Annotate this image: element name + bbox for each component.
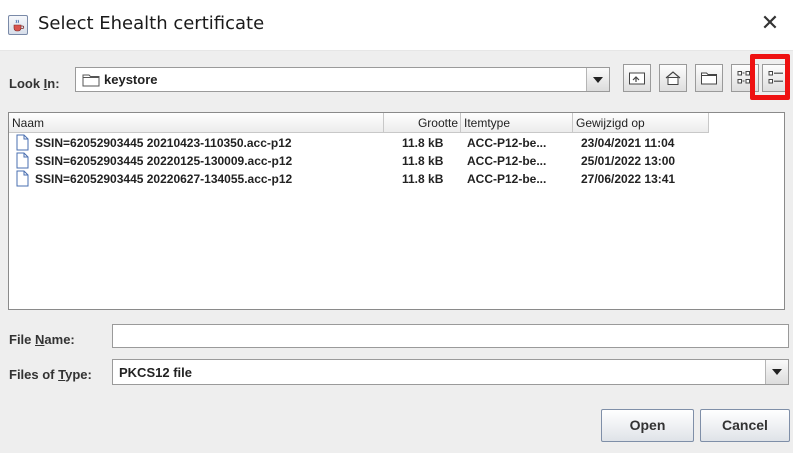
home-icon — [665, 71, 681, 85]
file-icon — [16, 152, 29, 172]
file-type-cell: ACC-P12-be... — [467, 136, 547, 150]
file-size-cell: 11.8 kB — [402, 172, 444, 186]
file-type-label: Files of Type: — [9, 367, 92, 382]
file-type-cell: ACC-P12-be... — [467, 154, 547, 168]
open-button[interactable]: Open — [601, 409, 694, 442]
file-row[interactable]: SSIN=62052903445 20220627-134055.acc-p12… — [9, 170, 769, 188]
title-bar: Select Ehealth certificate ✕ — [0, 0, 793, 51]
file-list[interactable]: Naam Grootte Itemtype Gewijzigd op SSIN=… — [8, 112, 785, 310]
look-in-value: keystore — [104, 72, 158, 87]
column-header-type[interactable]: Itemtype — [461, 113, 573, 133]
file-name-cell: SSIN=62052903445 20220627-134055.acc-p12 — [35, 172, 293, 186]
look-in-combobox[interactable]: keystore — [75, 67, 610, 92]
look-in-dropdown-arrow[interactable] — [586, 68, 609, 91]
folder-icon — [82, 73, 100, 92]
file-type-value: PKCS12 file — [119, 365, 192, 380]
java-cup-icon — [8, 15, 28, 35]
file-name-cell: SSIN=62052903445 20210423-110350.acc-p12 — [35, 136, 292, 150]
column-header-size[interactable]: Grootte — [384, 113, 461, 133]
file-icon — [16, 170, 29, 190]
home-button[interactable] — [659, 64, 687, 92]
file-row[interactable]: SSIN=62052903445 20210423-110350.acc-p12… — [9, 134, 769, 152]
file-modified-cell: 27/06/2022 13:41 — [581, 172, 676, 186]
file-type-cell: ACC-P12-be... — [467, 172, 547, 186]
file-name-label: File Name: — [9, 332, 75, 347]
close-icon[interactable]: ✕ — [761, 11, 779, 36]
column-header-modified[interactable]: Gewijzigd op — [573, 113, 709, 133]
look-in-label: Look In: — [9, 76, 60, 91]
file-row[interactable]: SSIN=62052903445 20220125-130009.acc-p12… — [9, 152, 769, 170]
file-size-cell: 11.8 kB — [402, 136, 444, 150]
file-name-cell: SSIN=62052903445 20220125-130009.acc-p12 — [35, 154, 293, 168]
file-type-dropdown-arrow[interactable] — [765, 360, 788, 384]
file-type-combobox[interactable]: PKCS12 file — [112, 359, 789, 385]
cancel-button[interactable]: Cancel — [700, 409, 790, 442]
file-icon — [16, 134, 29, 154]
new-folder-icon — [701, 72, 717, 85]
file-chooser-panel: Look In: keystore Naam Grootte Itemtype … — [0, 51, 793, 453]
file-name-input[interactable] — [112, 324, 789, 348]
file-modified-cell: 25/01/2022 13:00 — [581, 154, 676, 168]
up-folder-icon — [629, 72, 645, 85]
new-folder-button[interactable] — [695, 64, 723, 92]
details-view-highlight — [750, 54, 790, 100]
close-button[interactable]: ✕ — [757, 10, 783, 38]
column-header-name[interactable]: Naam — [9, 113, 384, 133]
window-title: Select Ehealth certificate — [38, 13, 265, 34]
up-one-level-button[interactable] — [623, 64, 651, 92]
file-size-cell: 11.8 kB — [402, 154, 444, 168]
file-modified-cell: 23/04/2021 11:04 — [581, 136, 675, 150]
